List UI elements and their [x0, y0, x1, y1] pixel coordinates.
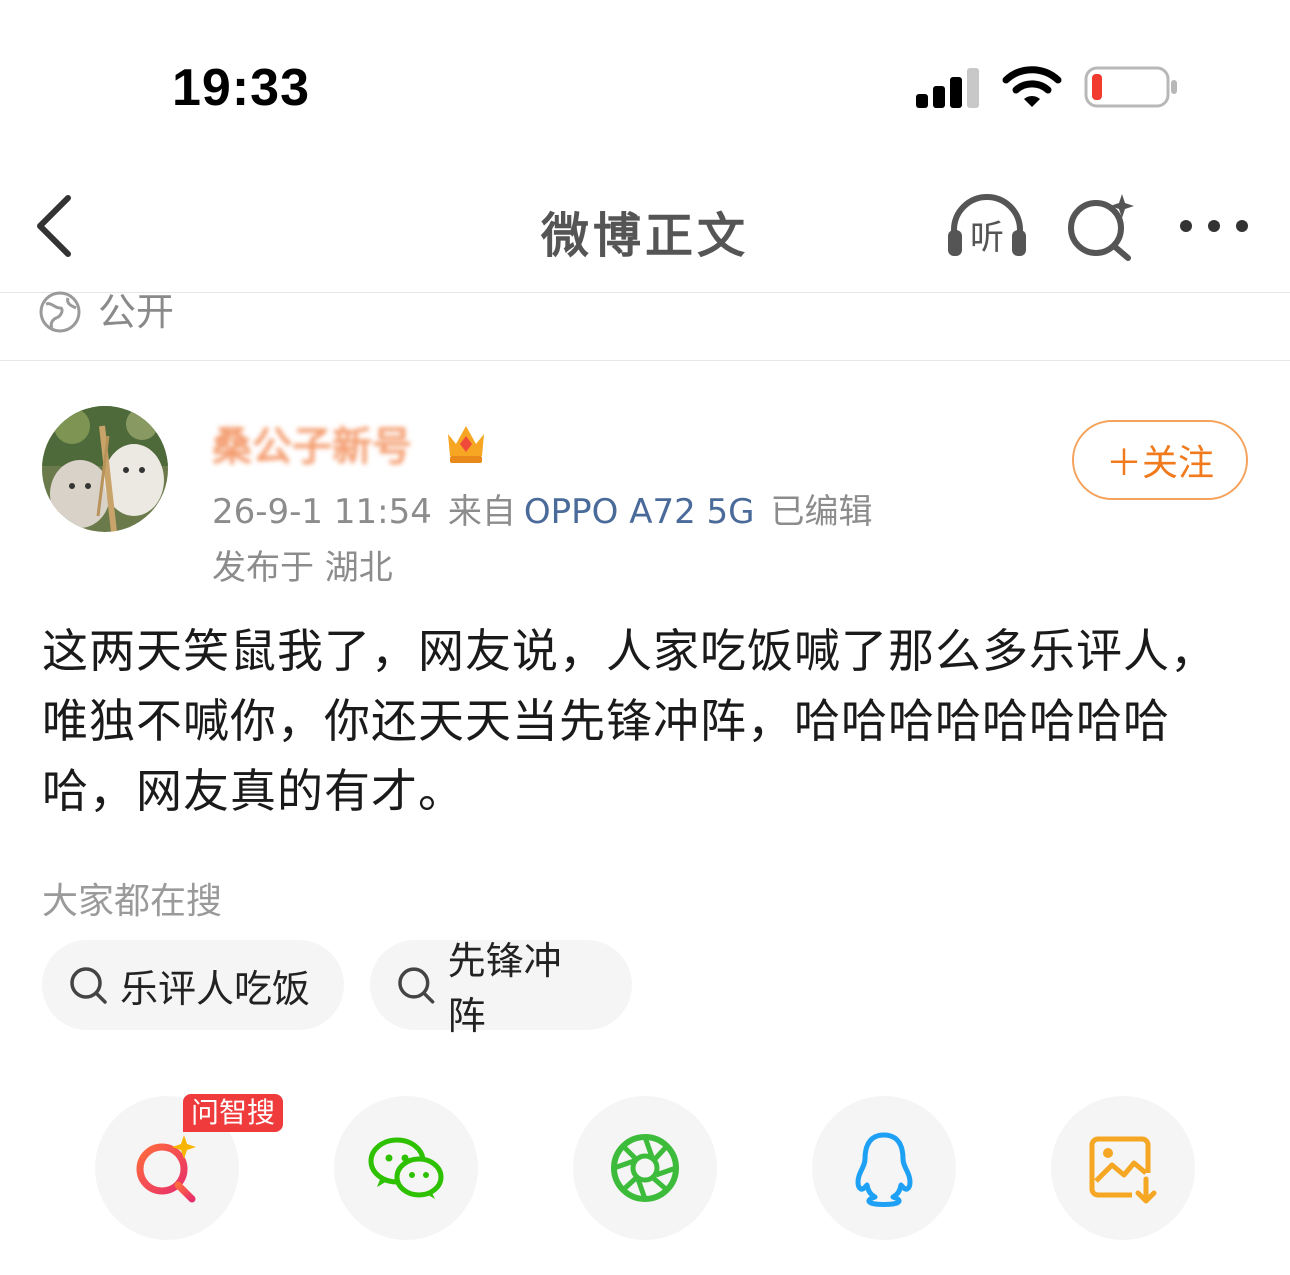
edited-label: 已编辑	[770, 492, 873, 532]
search-icon	[70, 967, 107, 1004]
status-time: 19:33	[172, 59, 310, 117]
listen-label: 听	[970, 218, 1004, 258]
save-image-share-button[interactable]	[1051, 1096, 1195, 1240]
vip-crown-icon	[448, 426, 484, 463]
hot-search-text: 乐评人吃饭	[120, 966, 311, 1011]
globe-icon	[39, 291, 81, 333]
hot-search-chip[interactable]: 先锋冲阵	[370, 939, 632, 1038]
author-name[interactable]: 桑公子新号	[212, 414, 412, 472]
post-location: 发布于 湖北	[212, 548, 393, 588]
save-image-icon	[1089, 1136, 1157, 1204]
hot-search-chip[interactable]: 乐评人吃饭	[42, 940, 344, 1030]
cellular-signal-icon	[916, 68, 979, 108]
qq-share-button[interactable]	[812, 1096, 956, 1240]
device-link[interactable]: OPPO A72 5G	[524, 492, 755, 532]
wifi-icon	[1002, 66, 1062, 107]
post-timestamp: 26-9-1 11:54	[212, 492, 432, 532]
visibility-row: 公开	[38, 288, 174, 336]
post-meta: 26-9-1 11:54 来自 OPPO A72 5G 已编辑	[212, 484, 873, 533]
wechat-share-button[interactable]	[334, 1096, 478, 1240]
wechat-icon	[368, 1137, 444, 1199]
source-prefix: 来自	[447, 492, 516, 532]
search-icon	[398, 967, 435, 1004]
moments-icon	[611, 1134, 679, 1202]
visibility-label: 公开	[98, 290, 175, 334]
more-options-icon[interactable]	[1176, 206, 1252, 246]
ask-search-badge: 问智搜	[183, 1094, 284, 1132]
qq-icon	[855, 1132, 913, 1207]
follow-button[interactable]: ＋关注	[1072, 420, 1248, 500]
moments-share-button[interactable]	[573, 1096, 717, 1240]
section-divider	[0, 360, 1290, 361]
avatar[interactable]	[42, 406, 168, 532]
listen-button[interactable]: 听	[944, 192, 1030, 262]
search-icon[interactable]	[1064, 192, 1138, 262]
hot-search-label: 大家都在搜	[42, 881, 223, 922]
hot-search-text: 先锋冲阵	[447, 939, 562, 1038]
battery-icon	[1084, 66, 1177, 108]
ai-search-icon	[136, 1135, 196, 1203]
post-text: 这两天笑鼠我了，网友说，人家吃饭喊了那么多乐评人，唯独不喊你，你还天天当先锋冲阵…	[42, 624, 1217, 818]
nav-divider	[0, 292, 1290, 293]
headphones-icon: 听	[948, 194, 1026, 258]
